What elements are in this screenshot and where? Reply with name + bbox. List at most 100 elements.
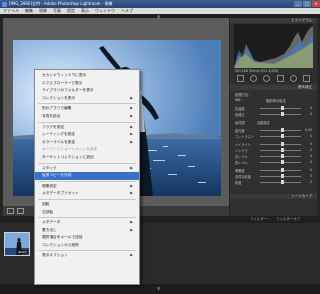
wb-value[interactable]: 撮影時の設定 bbox=[266, 98, 286, 103]
slider-track[interactable] bbox=[260, 160, 301, 164]
slider-value[interactable]: 0.00 bbox=[304, 128, 312, 132]
slider-knob[interactable] bbox=[280, 134, 284, 138]
submenu-arrow-icon: ▶ bbox=[130, 132, 133, 137]
radial-filter-icon[interactable] bbox=[289, 75, 297, 82]
context-menu-item[interactable]: エクスプローラーで表示 bbox=[35, 80, 139, 88]
context-menu-item[interactable]: 書き出し ▶ bbox=[35, 227, 139, 235]
slider-value[interactable]: 0 bbox=[304, 160, 312, 164]
slider-track[interactable] bbox=[260, 148, 301, 152]
slider-knob[interactable] bbox=[280, 148, 284, 152]
slider-value[interactable]: 0 bbox=[304, 106, 312, 110]
slider-temp[interactable]: 色温度 0 bbox=[235, 106, 312, 111]
slider-value[interactable]: 0 bbox=[304, 180, 312, 184]
maximize-button[interactable]: □ bbox=[303, 1, 311, 7]
slider-vibrance[interactable]: 自然な彩度 0 bbox=[235, 174, 312, 179]
slider-value[interactable]: 0 bbox=[304, 148, 312, 152]
basic-panel-header[interactable]: 基本補正 bbox=[230, 85, 317, 90]
submenu-arrow-icon: ▶ bbox=[130, 253, 133, 258]
context-menu-item[interactable]: フラグを設定 ▶ bbox=[35, 124, 139, 132]
context-menu-item[interactable]: コレクションから削除 bbox=[35, 242, 139, 250]
tone-auto-row[interactable]: 素材調 自動設定 bbox=[235, 120, 312, 125]
slider-value[interactable]: 0 bbox=[304, 154, 312, 158]
context-menu-item[interactable]: カラーラベルを設定 ▶ bbox=[35, 139, 139, 147]
submenu-arrow-icon: ▶ bbox=[130, 220, 133, 225]
context-menu-item[interactable]: セカンドウィンドウに表示 bbox=[35, 72, 139, 80]
context-menu-item[interactable]: レーティングを設定 ▶ bbox=[35, 131, 139, 139]
context-menu-item[interactable]: 現像設定 ▶ bbox=[35, 183, 139, 191]
chevron-down-icon[interactable]: ▼ bbox=[157, 287, 160, 291]
crop-tool-icon[interactable] bbox=[237, 75, 245, 82]
context-menu-item[interactable]: ライブラリのフォルダーを表示 bbox=[35, 87, 139, 95]
slider-value[interactable]: 0 bbox=[304, 142, 312, 146]
slider-tint[interactable]: 色補正 0 bbox=[235, 112, 312, 117]
context-menu-item-label: ライブラリのフォルダーを表示 bbox=[42, 88, 94, 93]
context-menu-item[interactable]: 別のアプリで編集 ▶ bbox=[35, 105, 139, 113]
red-eye-icon[interactable] bbox=[263, 75, 271, 82]
context-menu-item[interactable]: コレクションを表示 ▶ bbox=[35, 95, 139, 103]
slider-knob[interactable] bbox=[280, 160, 284, 164]
context-menu-item-label: 選択項目をメールで送信 bbox=[42, 235, 83, 240]
compare-view-icon[interactable] bbox=[17, 208, 24, 214]
histogram-panel-header[interactable]: ヒストグラム bbox=[230, 18, 317, 23]
slider-blacks[interactable]: 黒レベル 0 bbox=[235, 160, 312, 165]
graduated-filter-icon[interactable] bbox=[276, 75, 284, 82]
slider-value[interactable]: 0 bbox=[304, 168, 312, 172]
slider-knob[interactable] bbox=[280, 142, 284, 146]
slider-track[interactable] bbox=[260, 128, 301, 132]
slider-track[interactable] bbox=[260, 134, 301, 138]
context-menu-item[interactable]: スタック ▶ bbox=[35, 165, 139, 173]
context-menu-item[interactable]: メタデータプリセット ▶ bbox=[35, 190, 139, 198]
slider-knob[interactable] bbox=[280, 180, 284, 184]
slider-shadows[interactable]: シャドウ 0 bbox=[235, 148, 312, 153]
submenu-arrow-icon: ▶ bbox=[130, 165, 133, 170]
context-menu-item[interactable]: 左回転 bbox=[35, 209, 139, 217]
spot-removal-icon[interactable] bbox=[250, 75, 258, 82]
slider-knob[interactable] bbox=[280, 106, 284, 110]
slider-knob[interactable] bbox=[280, 154, 284, 158]
menu-separator bbox=[38, 103, 136, 105]
context-menu-item[interactable]: 表示オプション ▶ bbox=[35, 252, 139, 260]
context-menu-item[interactable]: 選択項目をメールで送信 bbox=[35, 234, 139, 242]
slider-knob[interactable] bbox=[280, 168, 284, 172]
slider-whites[interactable]: 白レベル 0 bbox=[235, 154, 312, 159]
slider-track[interactable] bbox=[260, 106, 301, 110]
tone-curve-header[interactable]: トーンカーブ bbox=[230, 194, 317, 199]
context-menu-item[interactable]: ターゲットコレクションに追加 bbox=[35, 154, 139, 162]
slider-contrast[interactable]: コントラスト 0 bbox=[235, 134, 312, 139]
slider-track[interactable] bbox=[260, 174, 301, 178]
slider-track[interactable] bbox=[260, 112, 301, 116]
context-menu-item[interactable]: 仮想コピーを作成 bbox=[35, 172, 139, 180]
exif-info: ISO 100 35mm f/11 1/250 bbox=[235, 69, 278, 73]
slider-knob[interactable] bbox=[280, 112, 284, 116]
slider-value[interactable]: 0 bbox=[304, 112, 312, 116]
filter-dropdown[interactable]: フィルターオフ bbox=[276, 217, 300, 222]
slider-clarity[interactable]: 明瞭度 0 bbox=[235, 168, 312, 173]
minimize-button[interactable]: _ bbox=[294, 1, 302, 7]
bottom-panel-toggle[interactable]: ▼ bbox=[0, 284, 320, 294]
loupe-view-icon[interactable] bbox=[7, 208, 14, 214]
context-menu-item-label: メタデータプリセット bbox=[42, 191, 79, 196]
auto-tone-button[interactable]: 自動設定 bbox=[257, 120, 287, 125]
menu-separator bbox=[38, 180, 136, 182]
context-menu-item[interactable]: 回転 bbox=[35, 201, 139, 209]
filmstrip-thumbnail[interactable]: [RAW] bbox=[4, 232, 30, 256]
slider-value[interactable]: 0 bbox=[304, 174, 312, 178]
context-menu-item[interactable]: メタデータ ▶ bbox=[35, 219, 139, 227]
slider-knob[interactable] bbox=[280, 174, 284, 178]
context-menu-item-label: コレクションを表示 bbox=[42, 95, 76, 100]
slider-highlights[interactable]: ハイライト 0 bbox=[235, 142, 312, 147]
slider-track[interactable] bbox=[260, 180, 301, 184]
slider-value[interactable]: 0 bbox=[304, 134, 312, 138]
slider-track[interactable] bbox=[260, 142, 301, 146]
context-menu-item-label: 書き出し bbox=[42, 227, 57, 232]
close-button[interactable]: × bbox=[312, 1, 320, 7]
slider-track[interactable] bbox=[260, 154, 301, 158]
slider-knob[interactable] bbox=[280, 128, 284, 132]
menu-separator bbox=[38, 198, 136, 200]
slider-track[interactable] bbox=[260, 168, 301, 172]
slider-exposure[interactable]: 露光量 0.00 bbox=[235, 128, 312, 133]
right-panel: ヒストグラム ISO 100 35mm f/11 1/250 基本補正 処理方法… bbox=[230, 18, 317, 228]
context-menu-item[interactable]: 写真を結合 ▶ bbox=[35, 113, 139, 121]
slider-saturation[interactable]: 彩度 0 bbox=[235, 180, 312, 185]
adjustment-brush-icon[interactable] bbox=[302, 75, 310, 82]
